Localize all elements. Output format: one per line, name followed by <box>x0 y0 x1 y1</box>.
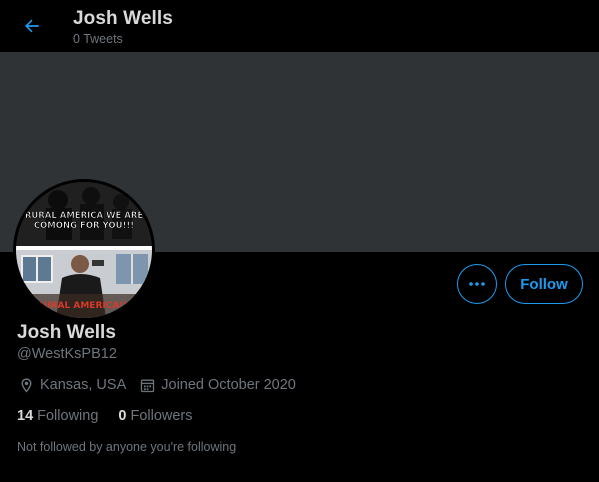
profile-stats: 14 Following 0 Followers <box>17 408 213 424</box>
avatar[interactable]: RURAL AMERICA WE ARE COMONG FOR YOU!!! R… <box>13 179 155 321</box>
top-bar: Josh Wells 0 Tweets <box>0 0 599 52</box>
more-options-button[interactable] <box>457 264 497 304</box>
social-context: Not followed by anyone you're following <box>17 440 237 454</box>
followers-count: 0 <box>118 408 127 424</box>
follow-button[interactable]: Follow <box>505 264 583 304</box>
following-count: 14 <box>17 408 34 424</box>
avatar-caption-top-2: COMONG FOR YOU!!! <box>34 221 134 231</box>
header-name: Josh Wells <box>73 8 173 29</box>
avatar-caption-top-1: RURAL AMERICA WE ARE <box>25 211 144 221</box>
followers-link[interactable]: 0 Followers <box>118 408 192 424</box>
joined-item: Joined October 2020 <box>138 376 296 394</box>
arrow-left-icon <box>25 19 39 33</box>
location-text: Kansas, USA <box>40 377 127 393</box>
avatar-image: RURAL AMERICA WE ARE COMONG FOR YOU!!! R… <box>16 182 152 318</box>
calendar-icon <box>138 376 156 394</box>
profile-meta: Kansas, USA Joined October 2020 <box>17 376 308 394</box>
tweet-count: 0 Tweets <box>73 32 123 46</box>
joined-text: Joined October 2020 <box>161 377 296 393</box>
profile-name: Josh Wells <box>17 322 116 343</box>
back-button[interactable] <box>19 13 45 39</box>
avatar-caption-bottom: RURAL AMERICA!!! <box>36 301 131 311</box>
more-horizontal-icon <box>469 282 485 286</box>
following-label: Following <box>37 408 99 424</box>
following-link[interactable]: 14 Following <box>17 408 98 424</box>
followers-label: Followers <box>130 408 193 424</box>
profile-handle: @WestKsPB12 <box>17 346 117 362</box>
location-pin-icon <box>17 376 35 394</box>
location-item: Kansas, USA <box>17 376 126 394</box>
